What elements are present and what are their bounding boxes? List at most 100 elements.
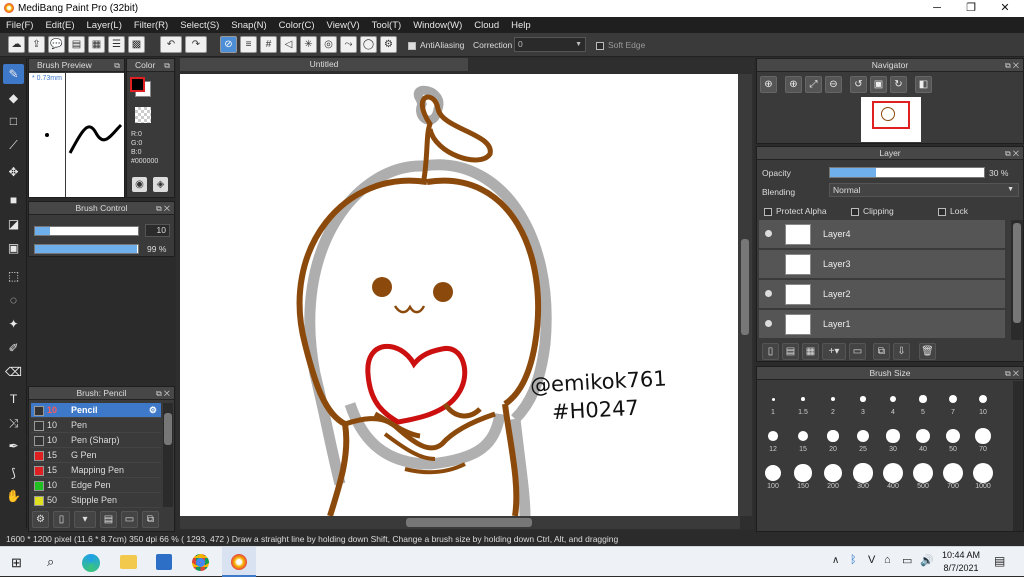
select-eraser-icon[interactable]: ⌫ <box>3 362 24 382</box>
magic-wand-icon[interactable]: ✦ <box>3 314 24 334</box>
menu-cloud[interactable]: Cloud <box>468 20 505 31</box>
menu-file[interactable]: File(F) <box>0 20 39 31</box>
brush-size-preset[interactable]: 500 <box>908 463 938 490</box>
windows-start-icon[interactable]: ⊞ <box>11 555 22 571</box>
rotate-right-icon[interactable]: ↻ <box>890 76 907 93</box>
lasso-tool-icon[interactable]: ◌ <box>3 290 24 310</box>
brush-size-preset[interactable]: 4 <box>878 389 908 416</box>
fill-tool-icon[interactable]: ◪ <box>3 214 24 234</box>
brush-size-preset[interactable]: 700 <box>938 463 968 490</box>
snap-radial-icon[interactable]: ✳ <box>300 36 317 53</box>
chat-icon[interactable]: ▤ <box>68 36 85 53</box>
snap-crisscross-icon[interactable]: # <box>260 36 277 53</box>
brush-list-scroll-thumb[interactable] <box>164 413 172 445</box>
palette-icon[interactable]: ◉ <box>132 177 147 192</box>
flip-icon[interactable]: ◧ <box>915 76 932 93</box>
store-icon[interactable] <box>156 554 172 570</box>
brush-size-preset[interactable]: 7 <box>938 389 968 416</box>
snap-curve-icon[interactable]: ⤳ <box>340 36 357 53</box>
menu-window[interactable]: Window(W) <box>407 20 468 31</box>
brush-size-preset[interactable]: 12 <box>758 426 788 453</box>
new-brush-icon[interactable]: ▯ <box>53 511 70 528</box>
layer-opacity-slider[interactable] <box>829 167 985 178</box>
lock-checkbox[interactable]: Lock <box>938 206 968 216</box>
new-layer-icon[interactable]: ▯ <box>762 343 779 360</box>
menu-select[interactable]: Select(S) <box>174 20 225 31</box>
brush-list-item[interactable]: 10 Pen (Sharp) <box>31 433 161 448</box>
dot-tool-icon[interactable]: □ <box>3 111 24 131</box>
zoom-in-icon[interactable]: ⊕ <box>760 76 777 93</box>
document-icon[interactable]: ▦ <box>88 36 105 53</box>
snap-off-icon[interactable]: ⊘ <box>220 36 237 53</box>
brush-list-item[interactable]: 10 Pencil ⚙ <box>31 403 161 418</box>
visibility-eye-icon[interactable] <box>765 290 772 297</box>
document-tab[interactable]: Untitled <box>180 58 468 71</box>
drawing-canvas[interactable]: @emikok761 #H0247 <box>180 74 740 516</box>
brush-size-preset[interactable]: 30 <box>878 426 908 453</box>
fullscreen-icon[interactable]: ▣ <box>870 76 887 93</box>
chevron-up-icon[interactable]: ∧ <box>832 555 839 566</box>
text-tool-icon[interactable]: T <box>3 389 24 409</box>
brush-size-preset[interactable]: 1 <box>758 389 788 416</box>
layer-row[interactable]: Layer2 <box>759 280 1005 309</box>
brush-size-preset[interactable]: 40 <box>908 426 938 453</box>
shape-tool-icon[interactable]: ■ <box>3 190 24 210</box>
brush-size-value[interactable]: 10 <box>145 224 170 237</box>
menu-edit[interactable]: Edit(E) <box>39 20 80 31</box>
vpn-icon[interactable]: V <box>868 554 875 566</box>
brush-size-preset[interactable]: 150 <box>788 463 818 490</box>
snap-circle-icon[interactable]: ◎ <box>320 36 337 53</box>
brush-size-preset[interactable]: 20 <box>818 426 848 453</box>
blending-select[interactable]: Normal ▼ <box>829 183 1019 197</box>
soft-edge-checkbox[interactable]: Soft Edge <box>596 40 645 50</box>
vertical-scroll-thumb[interactable] <box>741 239 749 335</box>
panel-controls-icon[interactable]: ⧉ ✕ <box>1005 147 1019 160</box>
panel-controls-icon[interactable]: ⧉ ✕ <box>156 202 170 215</box>
eyedropper-icon[interactable]: ⟆ <box>3 463 24 483</box>
brush-size-preset[interactable]: 100 <box>758 463 788 490</box>
layer-row[interactable]: Layer4 <box>759 220 1005 249</box>
brush-size-preset[interactable]: 200 <box>818 463 848 490</box>
list-icon[interactable]: ☰ <box>108 36 125 53</box>
snap-parallel-icon[interactable]: ≡ <box>240 36 257 53</box>
notification-icon[interactable]: ▤ <box>994 554 1005 568</box>
layer-list-scrollbar[interactable] <box>1011 220 1023 340</box>
brush-settings-icon[interactable]: ⚙ <box>32 511 49 528</box>
brush-list-item[interactable]: 10 Edge Pen <box>31 478 161 493</box>
panel-controls-icon[interactable]: ⧉ <box>164 59 170 72</box>
merge-layer-icon[interactable]: ⇩ <box>893 343 910 360</box>
vertical-scrollbar[interactable] <box>738 74 752 516</box>
blur-tool-icon[interactable]: ⟋ <box>3 135 24 155</box>
select-pen-icon[interactable]: ✐ <box>3 338 24 358</box>
brush-size-preset[interactable]: 2 <box>818 389 848 416</box>
brush-list-scrollbar[interactable] <box>163 403 173 507</box>
medibang-taskbar-button[interactable] <box>222 547 256 577</box>
copy-brush-icon[interactable]: ▤ <box>100 511 117 528</box>
move-tool-icon[interactable]: ✥ <box>3 162 24 182</box>
add-layer-menu-icon[interactable]: +▾ <box>822 343 846 360</box>
brush-list-item[interactable]: 15 Mapping Pen <box>31 463 161 478</box>
gradient-tool-icon[interactable]: ▣ <box>3 238 24 258</box>
panel-controls-icon[interactable]: ⧉ ✕ <box>1005 59 1019 72</box>
panel-controls-icon[interactable]: ⧉ <box>114 59 120 72</box>
clipping-checkbox[interactable]: Clipping <box>851 206 894 216</box>
brush-size-scrollbar[interactable] <box>1013 381 1023 531</box>
brush-duplicate-icon[interactable]: ⧉ <box>142 511 159 528</box>
layer-row[interactable]: Layer3 <box>759 250 1005 279</box>
chrome-icon[interactable] <box>192 554 209 571</box>
snap-ellipse-icon[interactable]: ◯ <box>360 36 377 53</box>
menu-layer[interactable]: Layer(L) <box>81 20 128 31</box>
delete-layer-icon[interactable]: 🗑 <box>919 343 936 360</box>
snap-vanishing-icon[interactable]: ◁ <box>280 36 297 53</box>
minimize-button[interactable]: ─ <box>920 0 954 17</box>
edge-browser-icon[interactable] <box>82 554 100 572</box>
brush-size-preset[interactable]: 3 <box>848 389 878 416</box>
menu-filter[interactable]: Filter(R) <box>128 20 174 31</box>
panel-controls-icon[interactable]: ⧉ ✕ <box>156 387 170 400</box>
upload-icon[interactable]: ⇪ <box>28 36 45 53</box>
brush-folder-icon[interactable]: ▭ <box>121 511 138 528</box>
color-picker-icon[interactable]: ◈ <box>153 177 168 192</box>
eraser-tool-icon[interactable]: ◆ <box>3 88 24 108</box>
redo-icon[interactable]: ↷ <box>185 36 207 53</box>
horizontal-scrollbar[interactable] <box>180 516 740 529</box>
